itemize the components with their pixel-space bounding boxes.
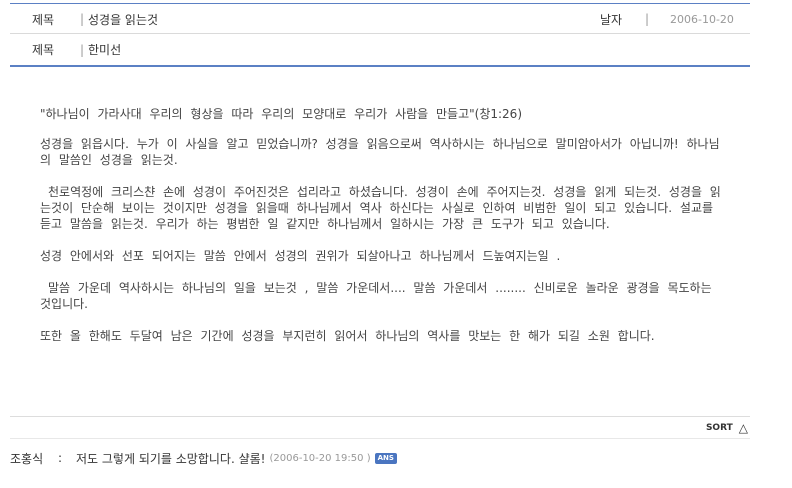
date-value: 2006-10-20	[670, 12, 734, 26]
comment-colon: :	[58, 451, 63, 465]
subject-value: 성경을 읽는것	[88, 12, 159, 27]
subject-row: 제목 | 성경을 읽는것 날자 | 2006-10-20	[10, 5, 750, 34]
article-paragraph: 또한 올 한해도 두달여 남은 기간에 성경을 부지런히 읽어서 하나님의 역사…	[40, 329, 655, 343]
sort-button[interactable]: SORT	[706, 423, 733, 433]
comment-item: 조홍식 : 저도 그렇게 되기를 소망합니다. 샬롬! (2006-10-20 …	[10, 439, 750, 477]
article-paragraph: 천로역정에 크리스챤 손에 성경이 주어진것은 섭리라고 하셨습니다. 성경이 …	[40, 185, 721, 231]
author-label: 제목	[32, 43, 55, 57]
subject-label: 제목	[32, 12, 55, 27]
date-separator: |	[645, 12, 650, 26]
date-label: 날자	[600, 12, 623, 27]
comment-list: 조홍식 : 저도 그렇게 되기를 소망합니다. 샬롬! (2006-10-20 …	[10, 438, 750, 477]
article-paragraph: 성경을 읽읍시다. 누가 이 사실을 알고 믿었습니까? 성경을 읽음으로써 역…	[40, 137, 720, 167]
header-top-rule	[10, 3, 750, 4]
comment-text: 저도 그렇게 되기를 소망합니다. 샬롬!	[76, 451, 266, 466]
reply-button[interactable]: ANS	[374, 452, 397, 464]
comment-date-value: (2006-10-20 19:50	[269, 452, 364, 464]
article-paragraph: "하나님이 가라사대 우리의 형상을 따라 우리의 모양대로 우리가 사람을 만…	[40, 107, 523, 121]
comment-date-close: )	[366, 452, 371, 464]
article-paragraph: 성경 안에서와 선포 되어지는 말씀 안에서 성경의 권위가 되살아나고 하나님…	[40, 249, 561, 263]
author-row: 제목 | 한미선	[10, 35, 750, 64]
article-body: "하나님이 가라사대 우리의 형상을 따라 우리의 모양대로 우리가 사람을 만…	[40, 106, 730, 360]
comment-author[interactable]: 조홍식	[10, 450, 58, 467]
author-separator: |	[80, 42, 85, 57]
comment-date: (2006-10-20 19:50 )	[269, 453, 370, 464]
header-bottom-rule	[10, 65, 750, 67]
subject-separator: |	[80, 12, 85, 26]
sort-bar: SORT △	[10, 416, 750, 438]
triangle-up-icon[interactable]: △	[739, 421, 748, 435]
author-value: 한미선	[88, 43, 122, 57]
article-paragraph: 말씀 가운데 역사하시는 하나님의 일을 보는것 , 말씀 가운데서.... 말…	[40, 281, 712, 311]
